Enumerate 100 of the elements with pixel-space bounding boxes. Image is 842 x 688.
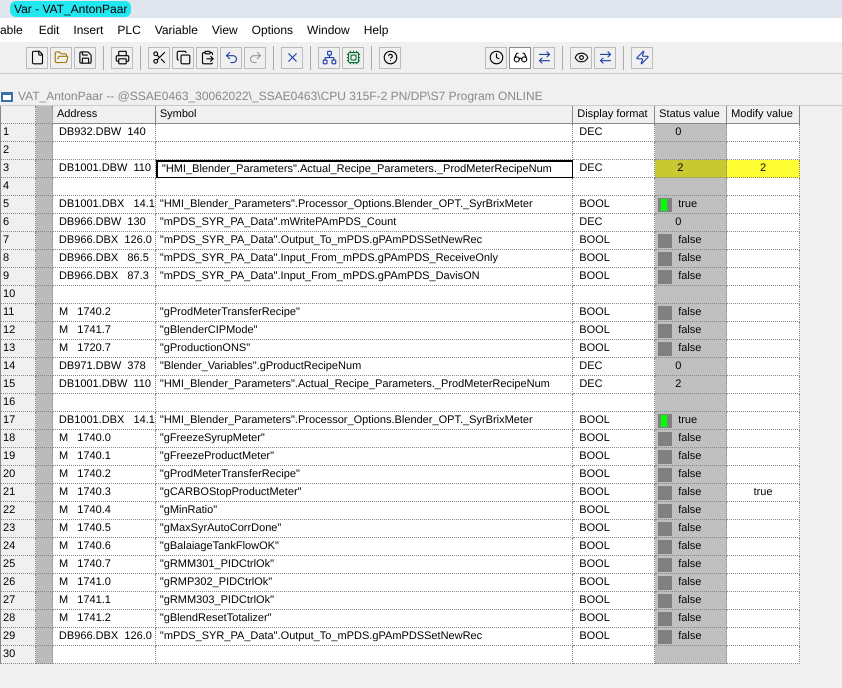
toolbar-button[interactable] <box>594 46 616 68</box>
row-marker-cell <box>36 448 53 466</box>
address-cell: M 1741.1 <box>52 592 156 610</box>
symbol-cell: "gCARBOStopProductMeter" <box>156 484 574 502</box>
status-value: 0 <box>675 359 682 374</box>
toolbar-button[interactable] <box>281 46 303 68</box>
row-marker-cell <box>36 592 53 610</box>
row-marker-cell <box>36 322 53 340</box>
row-number: 2 <box>1 142 36 160</box>
toolbar-button[interactable] <box>570 46 592 68</box>
status-value: false <box>678 611 702 626</box>
toolbar-button[interactable] <box>509 46 531 68</box>
address-cell: DB1001.DBW 110 <box>52 376 156 394</box>
symbol-cell: "gMinRatio" <box>156 502 574 520</box>
toolbar-button[interactable] <box>533 46 555 68</box>
row-marker-cell <box>36 142 53 160</box>
menu-item[interactable]: Edit <box>32 21 66 39</box>
toolbar-button[interactable] <box>196 46 218 68</box>
row-number: 16 <box>1 394 36 412</box>
toolbar-button[interactable] <box>379 46 401 68</box>
column-header[interactable]: Address <box>52 106 156 124</box>
menu-item[interactable]: Insert <box>66 21 110 39</box>
folder-icon <box>54 50 68 65</box>
address-cell: M 1741.7 <box>52 322 156 340</box>
column-header[interactable]: Display format <box>573 106 656 124</box>
menu-item[interactable]: Help <box>356 21 396 39</box>
symbol-cell: "gMaxSyrAutoCorrDone" <box>156 520 574 538</box>
toolbar-button[interactable] <box>631 46 653 68</box>
address-cell: M 1741.0 <box>52 574 156 592</box>
address-cell: M 1740.0 <box>52 430 156 448</box>
column-header[interactable]: Symbol <box>156 106 574 124</box>
toolbar-button[interactable] <box>172 46 194 68</box>
symbol-cell: "gRMM301_PIDCtrlOk" <box>156 556 574 574</box>
row-number: 10 <box>1 286 36 304</box>
status-value: false <box>678 575 702 590</box>
status-value: 2 <box>677 161 684 176</box>
row-marker-cell <box>36 304 53 322</box>
toolbar-button[interactable] <box>148 46 170 68</box>
menu-item[interactable]: Window <box>300 21 357 39</box>
row-number: 15 <box>1 376 36 394</box>
row-marker-cell <box>36 340 53 358</box>
symbol-cell: "gRMP302_PIDCtrlOk" <box>156 574 574 592</box>
row-marker-cell <box>36 412 53 430</box>
row-marker-cell <box>36 196 53 214</box>
status-value: false <box>678 521 702 536</box>
row-marker-cell <box>36 628 53 646</box>
row-number: 17 <box>1 412 36 430</box>
symbol-cell: "mPDS_SYR_PA_Data".mWritePAmPDS_Count <box>156 214 574 232</box>
symbol-cell: "gBlenderCIPMode" <box>156 322 574 340</box>
status-value: false <box>678 467 702 482</box>
address-cell: DB971.DBW 378 <box>52 358 156 376</box>
toolbar-button[interactable] <box>111 46 133 68</box>
symbol-cell: "HMI_Blender_Parameters".Processor_Options.Blender_OPT._SyrBrixMeter <box>156 412 574 430</box>
symbol-cell: "gProductionONS" <box>156 340 574 358</box>
row-number: 9 <box>1 268 36 286</box>
toolbar-button[interactable] <box>318 46 340 68</box>
row-number: 6 <box>1 214 36 232</box>
symbol-cell: "HMI_Blender_Parameters".Actual_Recipe_Parameters._ProdMeterRecipeNum <box>156 160 574 178</box>
symbol-cell: "HMI_Blender_Parameters".Processor_Options.Blender_OPT._SyrBrixMeter <box>156 196 574 214</box>
row-number: 13 <box>1 340 36 358</box>
status-value: true <box>678 197 698 212</box>
row-marker-cell <box>36 250 53 268</box>
row-number: 27 <box>1 592 36 610</box>
status-value: false <box>678 251 702 266</box>
row-marker-cell <box>36 484 53 502</box>
modify-cell: true <box>727 484 800 502</box>
column-header[interactable]: Modify value <box>727 106 800 124</box>
menu-item[interactable]: Options <box>244 21 300 39</box>
menu-item[interactable]: PLC <box>110 21 148 39</box>
symbol-cell: "gBalaiageTankFlowOK" <box>156 538 574 556</box>
row-number: 11 <box>1 304 36 322</box>
address-cell: DB1001.DBX 14.1 <box>52 196 156 214</box>
row-marker-cell <box>36 358 53 376</box>
row-number: 26 <box>1 574 36 592</box>
symbol-cell: "gBlendResetTotalizer" <box>156 610 574 628</box>
menu-item[interactable]: View <box>204 21 245 39</box>
row-number: 5 <box>1 196 36 214</box>
row-number: 20 <box>1 466 36 484</box>
toolbar-button[interactable] <box>485 46 507 68</box>
toolbar-button[interactable] <box>26 46 48 68</box>
address-cell: DB966.DBX 86.5 <box>52 250 156 268</box>
help-icon <box>382 50 398 65</box>
row-number: 14 <box>1 358 36 376</box>
row-marker-cell <box>36 214 53 232</box>
row-number: 3 <box>1 160 36 178</box>
row-marker-cell <box>36 160 53 178</box>
toolbar-button[interactable] <box>74 46 96 68</box>
toolbar-button[interactable] <box>220 46 242 68</box>
arrows-icon <box>536 50 552 65</box>
menu-item[interactable]: able <box>0 21 32 39</box>
address-cell: DB966.DBX 87.3 <box>52 268 156 286</box>
row-number: 23 <box>1 520 36 538</box>
menu-item[interactable]: Variable <box>148 21 205 39</box>
modify-cell: 2 <box>727 160 800 178</box>
symbol-cell: "gFreezeProductMeter" <box>156 448 574 466</box>
row-marker-cell <box>36 124 53 142</box>
symbol-cell: "mPDS_SYR_PA_Data".Output_To_mPDS.gPAmPDSSetNewRec <box>156 232 574 250</box>
redo-icon <box>248 50 262 65</box>
status-value: false <box>678 557 702 572</box>
status-value: 0 <box>675 125 682 140</box>
